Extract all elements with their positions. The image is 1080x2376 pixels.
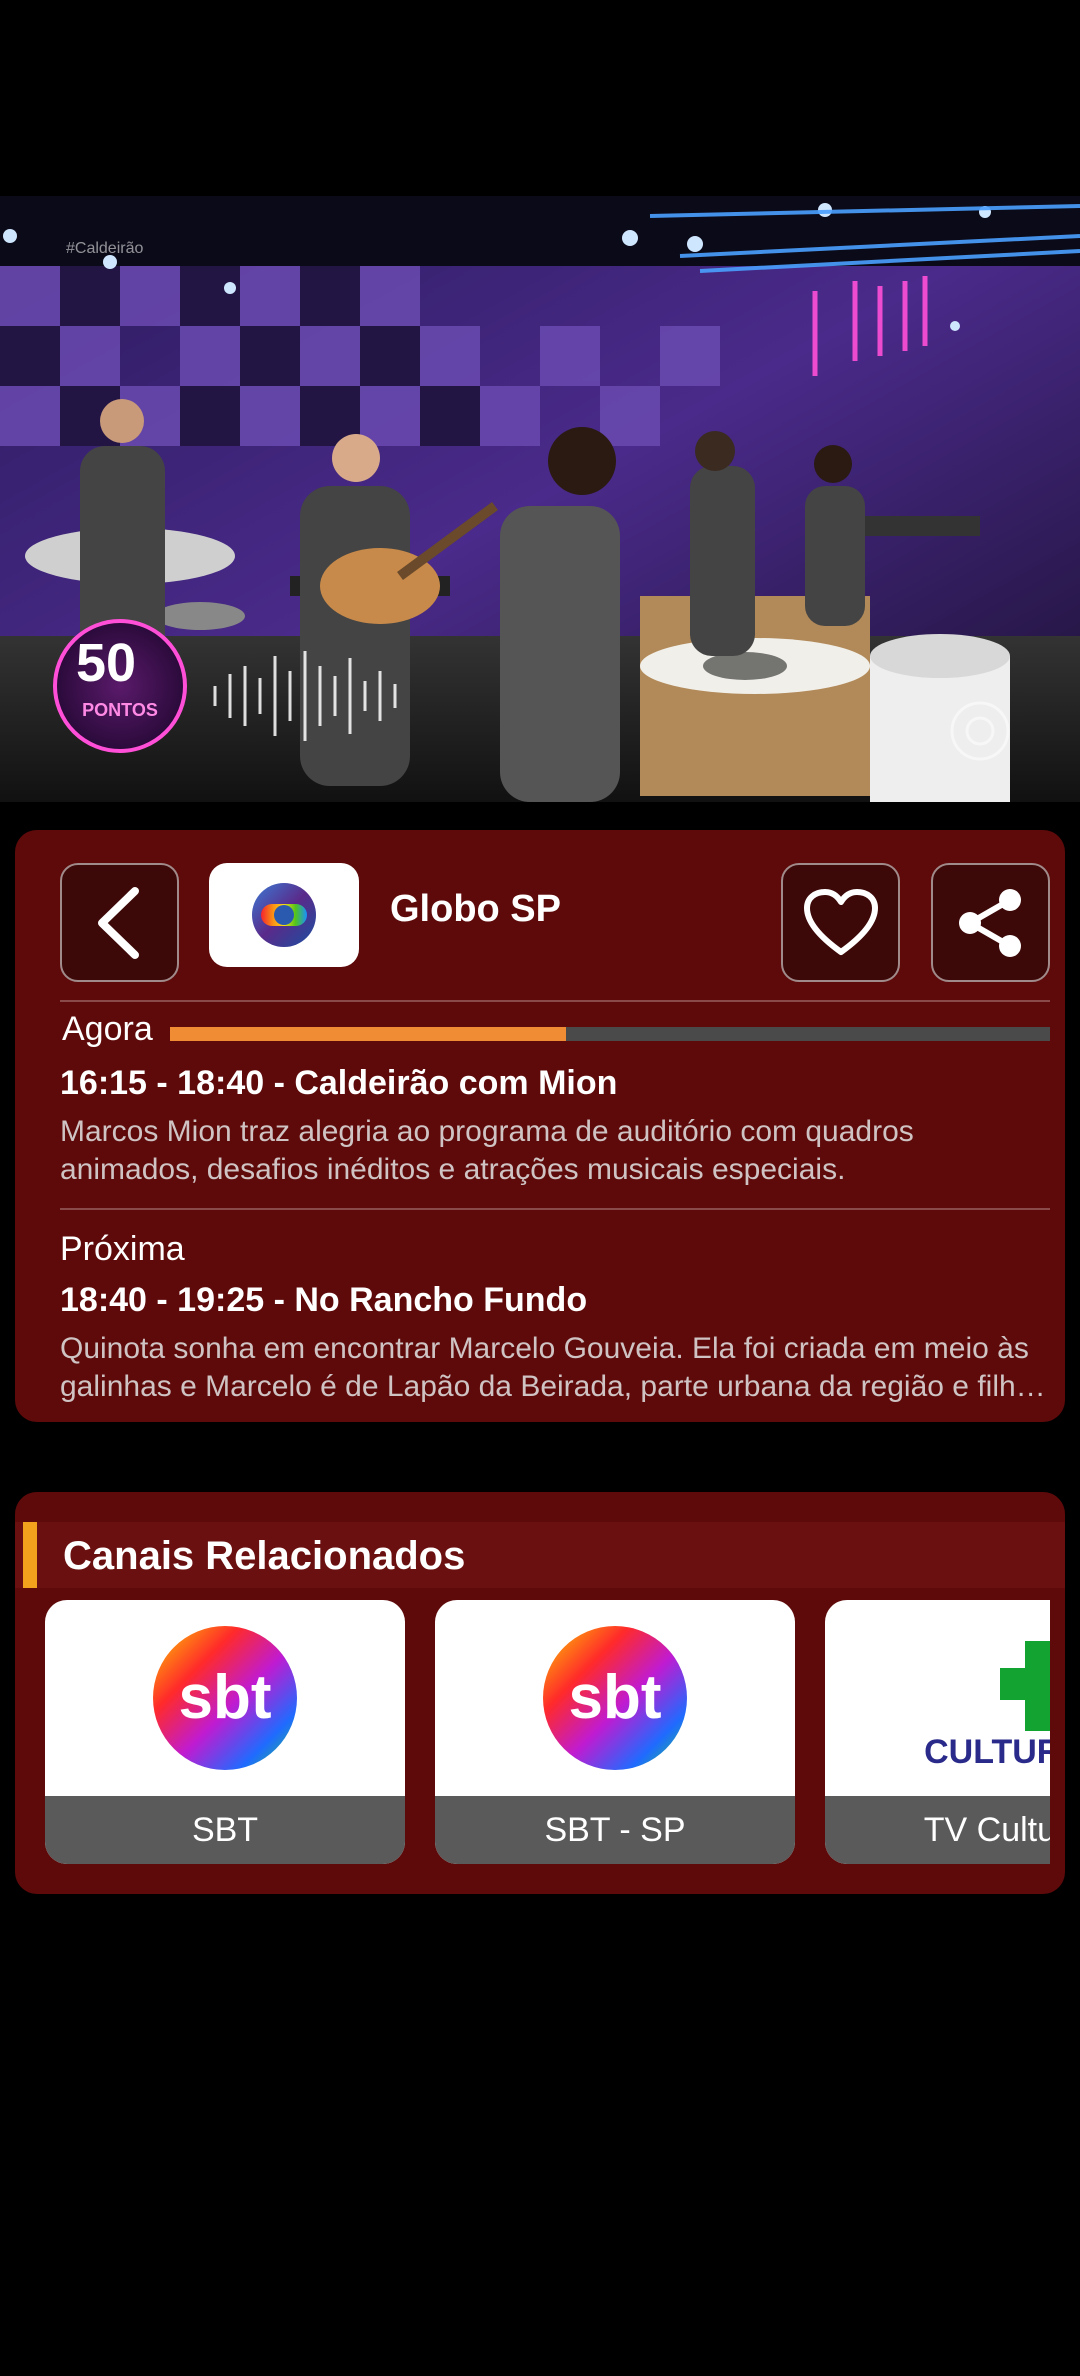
chevron-left-icon — [97, 886, 139, 959]
related-channels-card: Canais Relacionados sbt SBT sbt SBT - SP… — [15, 1492, 1065, 1894]
program-progress-fill — [170, 1027, 566, 1041]
cultura-logo-icon: CULTURA — [924, 1641, 1050, 1771]
channel-tile-sbt-sp[interactable]: sbt SBT - SP — [435, 1600, 795, 1864]
current-program-title: 16:15 - 18:40 - Caldeirão com Mion — [60, 1064, 618, 1102]
sbt-logo-text: sbt — [569, 1663, 662, 1732]
back-button[interactable] — [60, 863, 179, 982]
channel-name: Globo SP — [390, 888, 561, 930]
badge-number: 50 — [76, 633, 136, 693]
show-hashtag: #Caldeirão — [66, 240, 144, 257]
channel-tile-tv-cultura[interactable]: CULTURA TV Cultura — [825, 1600, 1050, 1864]
channel-tile-name: SBT — [45, 1796, 405, 1864]
video-player[interactable]: 50 PONTOS #Caldeirão — [0, 196, 1080, 802]
program-progress-bar — [170, 1027, 1050, 1041]
share-icon — [958, 888, 1021, 957]
next-label: Próxima — [60, 1230, 185, 1268]
sbt-logo-icon: sbt — [543, 1626, 687, 1770]
related-channels-header: Canais Relacionados — [15, 1522, 1065, 1588]
heart-icon — [803, 888, 878, 955]
next-program-title: 18:40 - 19:25 - No Rancho Fundo — [60, 1281, 588, 1319]
video-frame: 50 PONTOS — [0, 196, 1080, 802]
badge-caption: PONTOS — [82, 700, 158, 720]
divider — [60, 1208, 1050, 1210]
related-channels-carousel[interactable]: sbt SBT sbt SBT - SP CULTURA — [15, 1600, 1050, 1870]
channel-info-card: Globo SP Agora 16:15 - 18:40 - Caldeirão… — [15, 830, 1065, 1422]
header-accent-bar — [23, 1522, 37, 1588]
favorite-button[interactable] — [781, 863, 900, 982]
next-program-description: Quinota sonha em encontrar Marcelo Gouve… — [60, 1332, 1033, 1403]
cultura-logo-text: CULTURA — [924, 1733, 1050, 1771]
divider — [60, 1000, 1050, 1002]
channel-tile-name: SBT - SP — [435, 1796, 795, 1864]
sbt-logo-icon: sbt — [153, 1626, 297, 1770]
channel-tile-sbt[interactable]: sbt SBT — [45, 1600, 405, 1864]
sbt-logo-text: sbt — [179, 1663, 272, 1732]
share-button[interactable] — [931, 863, 1050, 982]
current-program-description: Marcos Mion traz alegria ao programa de … — [60, 1115, 914, 1186]
channel-logo — [209, 863, 359, 967]
channel-tile-name: TV Cultura — [825, 1796, 1050, 1864]
now-label: Agora — [62, 1010, 153, 1048]
globo-logo-icon — [252, 883, 316, 947]
related-channels-title: Canais Relacionados — [63, 1534, 466, 1578]
